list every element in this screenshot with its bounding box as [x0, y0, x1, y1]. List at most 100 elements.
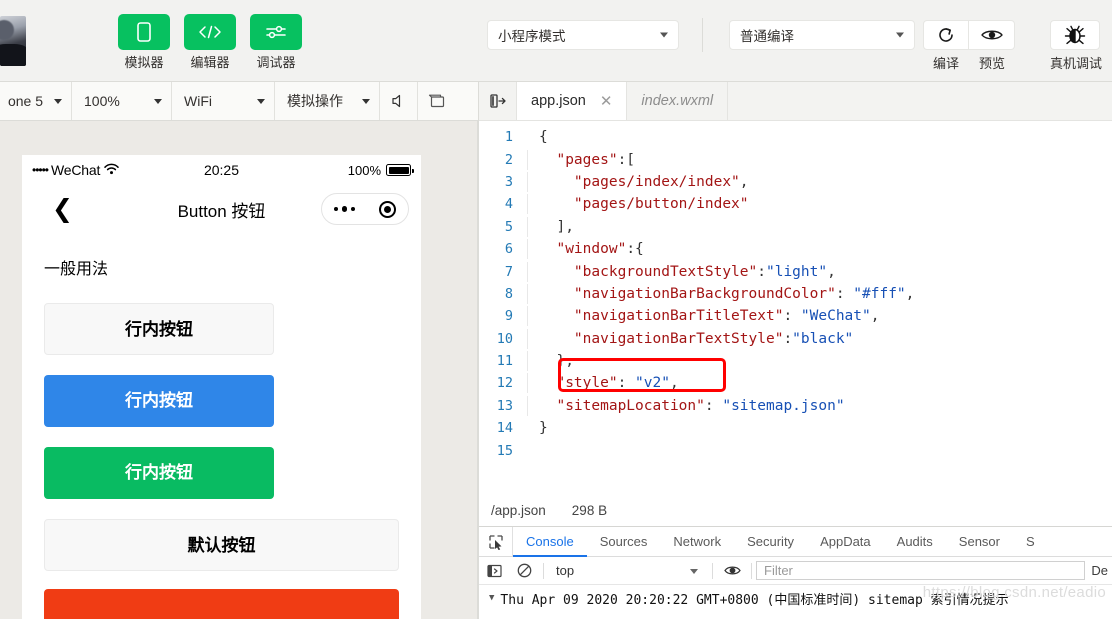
compile-mode-value: 普通编译 [740, 29, 794, 44]
line-number: 8 [504, 285, 513, 302]
devtools-tabbar: Console Sources Network Security AppData Audi… [479, 527, 1112, 557]
code-text: "pages":[ [527, 149, 635, 170]
inspect-element-button[interactable] [479, 527, 513, 556]
code-line: 12 "style": "v2", [479, 372, 1112, 394]
toolbar-divider [702, 18, 703, 52]
code-text: "backgroundTextStyle":"light", [527, 261, 836, 282]
console-sidebar-button[interactable] [479, 564, 509, 578]
button-row-3: 行内按钮 [22, 447, 421, 499]
network-select[interactable]: WiFi [172, 82, 275, 120]
file-size: 298 B [571, 503, 608, 518]
editor-tabbar: app.json ✕ index.wxml [479, 82, 1112, 121]
line-number: 1 [504, 129, 513, 146]
section-title: 一般用法 [44, 261, 109, 278]
inline-button-primary[interactable]: 行内按钮 [44, 375, 274, 427]
mode-select[interactable]: 小程序模式 [487, 20, 679, 50]
sliders-icon [250, 14, 302, 50]
compile-button[interactable] [923, 20, 969, 50]
line-number: 5 [504, 218, 513, 235]
device-select[interactable]: one 5 [0, 82, 72, 120]
mode-select-value: 小程序模式 [498, 29, 566, 44]
live-expression-button[interactable] [717, 564, 747, 577]
console-levels-select[interactable]: De [1091, 563, 1112, 578]
line-number: 9 [504, 308, 513, 325]
real-device-debug-caption: 真机调试 [1049, 56, 1102, 71]
toolbar-separator [712, 562, 713, 579]
toggle-file-tree-button[interactable] [479, 82, 517, 120]
toolbar-button-editor[interactable]: 编辑器 [184, 14, 236, 71]
real-device-debug-button[interactable] [1050, 20, 1100, 50]
default-button[interactable]: 默认按钮 [44, 519, 399, 571]
devtools-tab-network[interactable]: Network [660, 527, 734, 556]
devtools-tab-s[interactable]: S [1013, 527, 1048, 556]
preview-button[interactable] [969, 20, 1015, 50]
code-text: "pages/index/index", [527, 171, 749, 192]
console-context-value: top [556, 563, 575, 578]
code-text: "style": "v2", [527, 373, 679, 394]
chevron-down-icon [154, 99, 162, 104]
toolbar-button-simulator[interactable]: 模拟器 [118, 14, 170, 71]
simulator-panel: ••••• WeChat 20:25 100% ❮ Button 按钮 一般用法… [0, 121, 478, 619]
code-text: } [539, 420, 548, 437]
simulate-action-select[interactable]: 模拟操作 [275, 82, 380, 120]
toolbar-button-debugger[interactable]: 调试器 [250, 14, 302, 71]
code-line: 15 [479, 439, 1112, 461]
console-context-select[interactable]: top [548, 563, 708, 578]
user-avatar[interactable] [0, 16, 26, 66]
toolbar-label-simulator: 模拟器 [124, 55, 164, 70]
code-editor[interactable]: 1{2 "pages":[3 "pages/index/index", 4 "pa… [479, 121, 1112, 495]
inline-button-green[interactable]: 行内按钮 [44, 447, 274, 499]
devtools-tab-sensor[interactable]: Sensor [946, 527, 1013, 556]
zoom-select[interactable]: 100% [72, 82, 172, 120]
capsule-menu[interactable] [321, 193, 409, 225]
button-row-1: 行内按钮 [22, 303, 421, 355]
code-line: 4 "pages/button/index" [479, 193, 1112, 215]
toolbar-label-editor: 编辑器 [190, 55, 230, 70]
detach-window-button[interactable] [418, 82, 456, 120]
code-text: "navigationBarBackgroundColor": "#fff", [527, 283, 914, 304]
editor-tab-label: index.wxml [641, 93, 714, 109]
code-line: 10 "navigationBarTextStyle":"black" [479, 328, 1112, 350]
chevron-down-icon [660, 32, 668, 38]
code-line: 11 }, [479, 350, 1112, 372]
clear-console-button[interactable] [509, 563, 539, 578]
battery-indicator: 100% [347, 162, 414, 178]
warn-button[interactable] [44, 589, 399, 619]
expander-icon[interactable]: ▼ [489, 593, 494, 603]
console-message: Thu Apr 09 2020 20:20:22 GMT+0800 (中国标准时… [500, 592, 1009, 608]
phone-status-bar: ••••• WeChat 20:25 100% [22, 155, 421, 185]
device-select-value: one 5 [7, 93, 43, 109]
close-target-icon[interactable] [379, 200, 397, 218]
file-path: /app.json [491, 503, 546, 518]
phone-nav-bar: ❮ Button 按钮 [22, 185, 421, 233]
console-line[interactable]: ▼ Thu Apr 09 2020 20:20:22 GMT+0800 (中国标准… [479, 585, 1112, 611]
battery-percent: 100% [347, 162, 381, 178]
devtools-tab-appdata[interactable]: AppData [807, 527, 884, 556]
devtools-tab-audits[interactable]: Audits [884, 527, 946, 556]
editor-tab-index-wxml[interactable]: index.wxml [627, 82, 729, 120]
compile-mode-select[interactable]: 普通编译 [729, 20, 915, 50]
line-number: 4 [504, 196, 513, 213]
close-icon[interactable]: ✕ [600, 92, 613, 110]
code-line: 7 "backgroundTextStyle":"light", [479, 260, 1112, 282]
toolbar-separator [751, 562, 752, 579]
line-number: 3 [504, 173, 513, 190]
editor-tab-label: app.json [531, 93, 586, 109]
more-icon[interactable] [333, 206, 356, 212]
devtools-tab-sources[interactable]: Sources [587, 527, 661, 556]
code-text: { [539, 129, 548, 146]
devtools-tab-console[interactable]: Console [513, 527, 587, 557]
chevron-down-icon [690, 568, 698, 574]
clear-icon [517, 563, 531, 578]
inline-button-default[interactable]: 行内按钮 [44, 303, 274, 355]
window-icon [428, 94, 445, 107]
code-text: }, [527, 351, 574, 372]
editor-tab-app-json[interactable]: app.json ✕ [517, 82, 628, 120]
network-select-value: WiFi [184, 93, 212, 109]
code-line: 14} [479, 417, 1112, 439]
code-text: "navigationBarTextStyle":"black" [527, 328, 853, 349]
console-filter-input[interactable]: Filter [756, 561, 1086, 580]
devtools-tab-security[interactable]: Security [734, 527, 807, 556]
back-button[interactable]: ❮ [52, 196, 73, 222]
sound-toggle-button[interactable] [380, 82, 418, 120]
